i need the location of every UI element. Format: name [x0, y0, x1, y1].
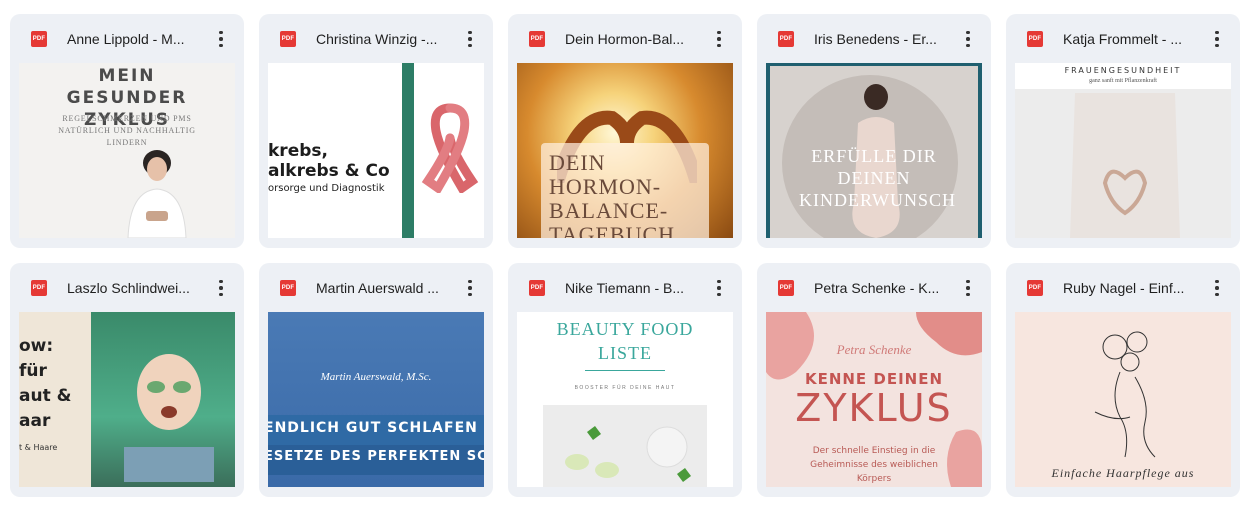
- thumb-line-3: aut &: [19, 386, 72, 406]
- file-title[interactable]: Katja Frommelt - ...: [1063, 29, 1191, 49]
- more-options-icon[interactable]: [710, 27, 728, 51]
- more-options-icon[interactable]: [461, 27, 479, 51]
- pdf-icon: PDF: [778, 31, 794, 47]
- file-card[interactable]: PDF Laszlo Schlindwei... ow: für aut & a…: [10, 263, 244, 497]
- pdf-icon: PDF: [1027, 31, 1043, 47]
- pdf-icon: PDF: [280, 280, 296, 296]
- file-title[interactable]: Petra Schenke - K...: [814, 278, 942, 298]
- thumb-line-1: ow:: [19, 336, 54, 356]
- pink-ribbon-icon: [421, 103, 479, 193]
- more-options-icon[interactable]: [212, 276, 230, 300]
- pdf-icon: PDF: [529, 31, 545, 47]
- pdf-icon: PDF: [529, 280, 545, 296]
- more-options-icon[interactable]: [959, 276, 977, 300]
- file-thumbnail[interactable]: krebs, alkrebs & Co orsorge und Diagnosti…: [268, 63, 484, 238]
- file-thumbnail[interactable]: BEAUTY FOOD LISTE BOOSTER FÜR DEINE HAUT: [517, 312, 733, 487]
- more-options-icon[interactable]: [710, 276, 728, 300]
- pdf-icon: PDF: [778, 280, 794, 296]
- file-card[interactable]: PDF Ruby Nagel - Einf... Einfache Haarpf…: [1006, 263, 1240, 497]
- pdf-icon: PDF: [31, 280, 47, 296]
- file-card[interactable]: PDF Petra Schenke - K... Petra Schenke K…: [757, 263, 991, 497]
- more-options-icon[interactable]: [959, 27, 977, 51]
- file-thumbnail[interactable]: Martin Auerswald, M.Sc. ENDLICH GUT SCHL…: [268, 312, 484, 487]
- file-card-header: PDF Nike Tiemann - B...: [508, 263, 742, 313]
- thumb-line-2: ZYKLUS: [795, 386, 953, 430]
- more-options-icon[interactable]: [461, 276, 479, 300]
- file-card[interactable]: PDF Nike Tiemann - B... BEAUTY FOOD LIST…: [508, 263, 742, 497]
- file-card[interactable]: PDF Iris Benedens - Er... ERFÜLLE DIR DE…: [757, 14, 991, 248]
- man-face-mask-icon: [124, 354, 214, 482]
- thumb-subheading: ganz sanft mit Pflanzenkraft: [1089, 78, 1157, 84]
- more-options-icon[interactable]: [1208, 276, 1226, 300]
- thumb-subtext: Der schnelle Einstieg in die Geheimnisse…: [810, 446, 938, 484]
- file-title[interactable]: Dein Hormon-Bal...: [565, 29, 693, 49]
- thumb-heading: BEAUTY FOOD LISTE: [556, 319, 694, 363]
- file-card[interactable]: PDF Martin Auerswald ... Martin Auerswal…: [259, 263, 493, 497]
- divider: [585, 370, 665, 371]
- file-card[interactable]: PDF Christina Winzig -... krebs, alkrebs …: [259, 14, 493, 248]
- pdf-icon: PDF: [31, 31, 47, 47]
- thumb-line-3: orsorge und Diagnostik: [268, 183, 385, 194]
- file-card-header: PDF Martin Auerswald ...: [259, 263, 493, 313]
- thumb-heading: FRAUENGESUNDHEIT: [1064, 66, 1182, 75]
- file-card-header: PDF Iris Benedens - Er...: [757, 14, 991, 64]
- file-thumbnail[interactable]: Petra Schenke KENNE DEINEN ZYKLUS Der sc…: [766, 312, 982, 487]
- thumb-line: krebs, alkrebs & Co: [268, 141, 390, 181]
- thumb-line-2: ESETZE DES PERFEKTEN SC: [268, 449, 484, 464]
- file-title[interactable]: Christina Winzig -...: [316, 29, 444, 49]
- thumb-subheading: REGELSCHMERZEN UND PMS NATÜRLICH UND NAC…: [58, 114, 196, 147]
- file-thumbnail[interactable]: ow: für aut & aar t & Haare: [19, 312, 235, 487]
- pdf-icon: PDF: [1027, 280, 1043, 296]
- more-options-icon[interactable]: [212, 27, 230, 51]
- file-card[interactable]: PDF Anne Lippold - M... MEIN GESUNDER ZY…: [10, 14, 244, 248]
- thumb-caption: Einfache Haarpflege aus: [1051, 466, 1195, 480]
- file-card-header: PDF Katja Frommelt - ...: [1006, 14, 1240, 64]
- file-title[interactable]: Anne Lippold - M...: [67, 29, 195, 49]
- thumb-author: Martin Auerswald, M.Sc.: [320, 371, 432, 383]
- file-title[interactable]: Ruby Nagel - Einf...: [1063, 278, 1191, 298]
- thumb-subtext: t & Haare: [19, 443, 58, 452]
- file-card-header: PDF Laszlo Schlindwei...: [10, 263, 244, 313]
- thumb-subheading: BOOSTER FÜR DEINE HAUT: [574, 385, 676, 391]
- file-thumbnail[interactable]: FRAUENGESUNDHEIT ganz sanft mit Pflanzen…: [1015, 63, 1231, 238]
- file-card-header: PDF Christina Winzig -...: [259, 14, 493, 64]
- file-title[interactable]: Iris Benedens - Er...: [814, 29, 942, 49]
- file-thumbnail[interactable]: ERFÜLLE DIR DEINEN KINDERWUNSCH: [766, 63, 982, 238]
- file-card-header: PDF Petra Schenke - K...: [757, 263, 991, 313]
- thumb-text: ow: für aut & aar: [19, 334, 71, 434]
- thumb-line-2: für: [19, 361, 47, 381]
- file-grid: PDF Anne Lippold - M... MEIN GESUNDER ZY…: [10, 14, 1240, 497]
- file-title[interactable]: Martin Auerswald ...: [316, 278, 444, 298]
- thumb-heading: DEIN HORMON- BALANCE- TAGEBUCH: [549, 150, 676, 239]
- file-thumbnail[interactable]: DEIN HORMON- BALANCE- TAGEBUCH: [517, 63, 733, 238]
- decorative-stripe: [402, 63, 414, 238]
- woman-photo-icon: [127, 150, 187, 238]
- file-card-header: PDF Ruby Nagel - Einf...: [1006, 263, 1240, 313]
- thumb-line-2: alkrebs & Co: [268, 161, 390, 181]
- pdf-icon: PDF: [280, 31, 296, 47]
- file-title[interactable]: Laszlo Schlindwei...: [67, 278, 195, 298]
- file-card-header: PDF Dein Hormon-Bal...: [508, 14, 742, 64]
- thumb-heading: ERFÜLLE DIR DEINEN KINDERWUNSCH: [799, 146, 957, 210]
- line-art-woman-flowers-icon: [1094, 331, 1156, 458]
- file-thumbnail[interactable]: MEIN GESUNDER ZYKLUS REGELSCHMERZEN UND …: [19, 63, 235, 238]
- file-card[interactable]: PDF Katja Frommelt - ... FRAUENGESUNDHEI…: [1006, 14, 1240, 248]
- teapot-herbs-icon: [565, 426, 691, 482]
- file-card[interactable]: PDF Dein Hormon-Bal... DEIN HORMON- BALA…: [508, 14, 742, 248]
- more-options-icon[interactable]: [1208, 27, 1226, 51]
- thumb-line-1: ENDLICH GUT SCHLAFEN: [268, 420, 478, 436]
- thumb-line-1: krebs,: [268, 141, 328, 161]
- thumb-author: Petra Schenke: [836, 342, 912, 357]
- file-title[interactable]: Nike Tiemann - B...: [565, 278, 693, 298]
- thumb-line-4: aar: [19, 411, 51, 431]
- file-card-header: PDF Anne Lippold - M...: [10, 14, 244, 64]
- file-thumbnail[interactable]: Einfache Haarpflege aus: [1015, 312, 1231, 487]
- belly-heart-icon: [1070, 93, 1180, 238]
